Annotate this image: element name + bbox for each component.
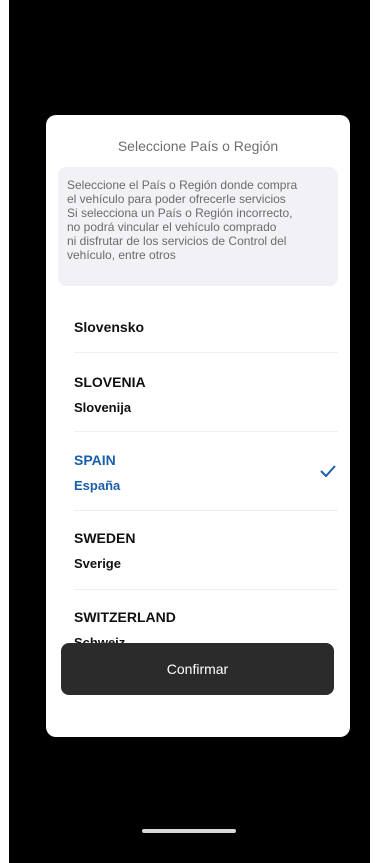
- notice-line: Seleccione el País o Región donde compra: [67, 178, 298, 192]
- country-name: SWEDEN: [74, 530, 136, 546]
- notice-line: Si selecciona un País o Región incorrect…: [67, 206, 293, 220]
- right-edge-strip: [370, 0, 379, 863]
- country-name: Slovensko: [74, 319, 145, 335]
- notice-line: ni disfrutar de los servicios de Control…: [67, 234, 287, 248]
- country-name: SLOVENIA: [74, 374, 146, 390]
- country-native-name: Slovenija: [74, 400, 132, 415]
- dialog-title: Seleccione País o Región: [117, 138, 279, 154]
- country-item-slovensko[interactable]: Slovensko: [74, 297, 338, 353]
- notice-line: vehículo, entre otros: [67, 248, 176, 262]
- country-name: SPAIN: [74, 452, 116, 468]
- country-native-name: España: [74, 478, 121, 493]
- notice-line: el vehículo para poder ofrecerle servici…: [67, 192, 286, 206]
- country-name: SWITZERLAND: [74, 609, 176, 625]
- country-list[interactable]: Slovensko SLOVENIA Slovenija SPAIN Españ…: [46, 297, 350, 675]
- country-item-spain[interactable]: SPAIN España: [74, 432, 338, 511]
- country-native-name: Sverige: [74, 556, 121, 571]
- checkmark-icon: [320, 465, 336, 477]
- confirm-button[interactable]: Confirmar: [61, 643, 334, 695]
- country-item-slovenia[interactable]: SLOVENIA Slovenija: [74, 353, 338, 432]
- notice-line: no podrá vincular el vehículo comprado: [67, 220, 277, 234]
- left-edge-strip: [0, 0, 9, 863]
- country-item-sweden[interactable]: SWEDEN Sverige: [74, 511, 338, 590]
- notice-box: Seleccione el País o Región donde compra…: [58, 167, 338, 286]
- notice-text: Seleccione el País o Región donde compra…: [67, 178, 330, 262]
- country-region-dialog: Seleccione País o Región Seleccione el P…: [46, 115, 350, 737]
- home-indicator[interactable]: [142, 829, 236, 833]
- app-screen: Seleccione País o Región Seleccione el P…: [0, 0, 379, 863]
